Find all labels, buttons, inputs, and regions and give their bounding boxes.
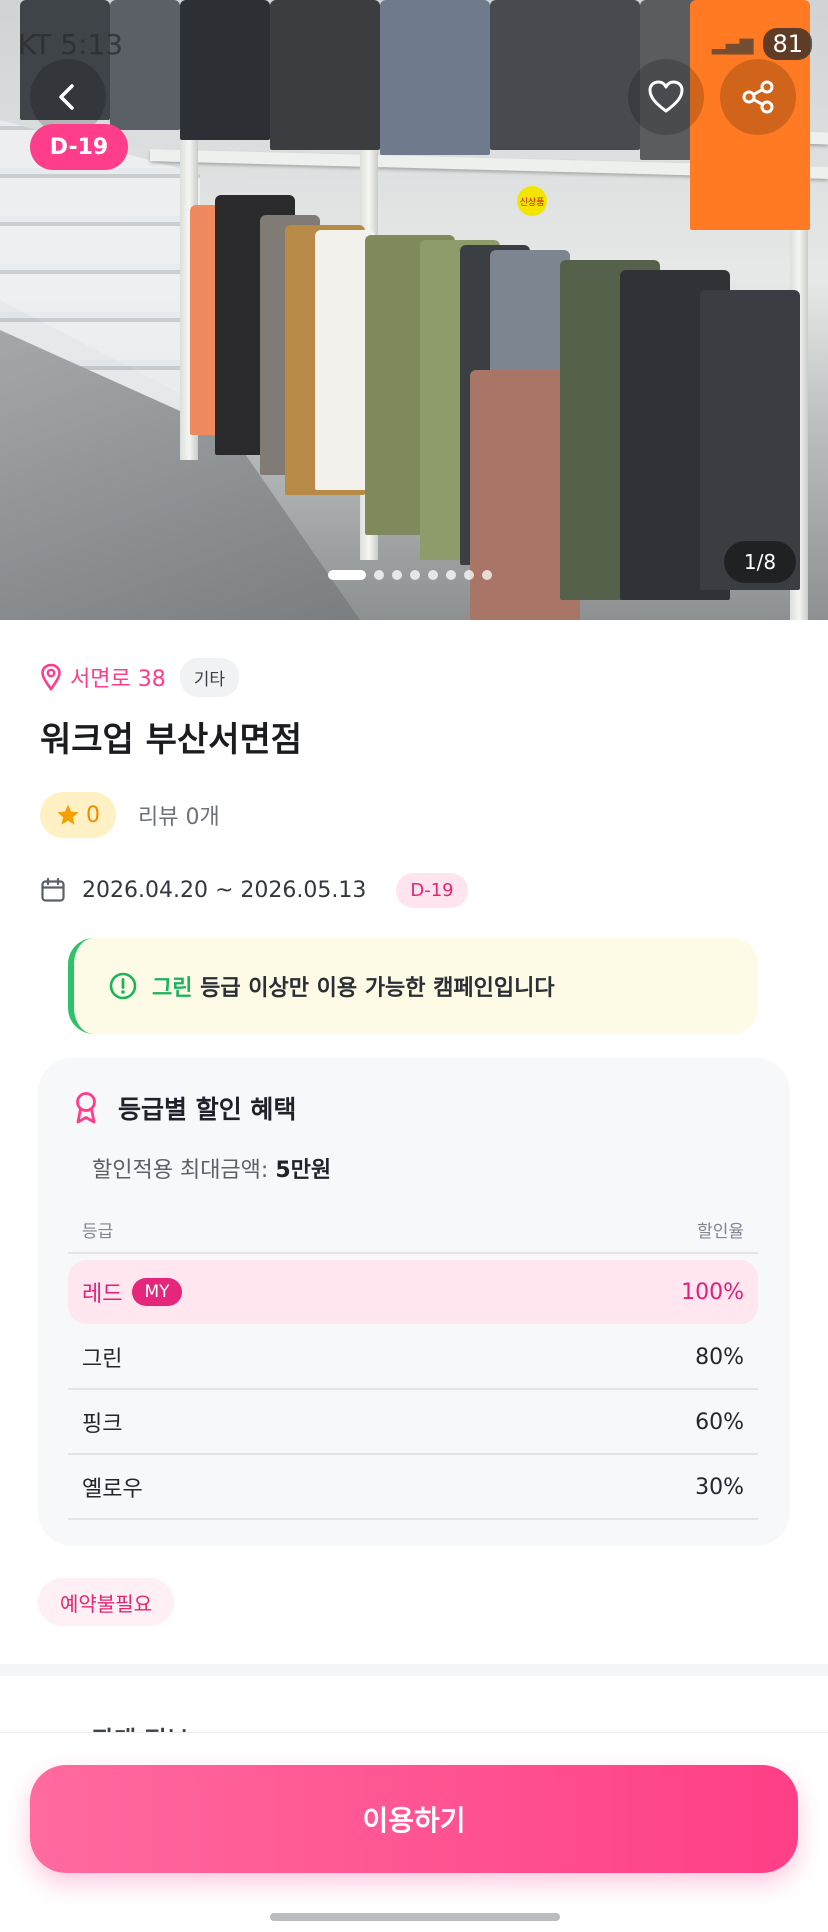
dday-chip: D-19: [396, 872, 468, 908]
location-link[interactable]: 서면로 38: [40, 661, 166, 693]
rate-column-header: 할인율: [697, 1221, 744, 1242]
tier-row-red: 레드 MY 100%: [68, 1260, 758, 1324]
hero-image-carousel[interactable]: 신상품 KT 5:13 ▂▄▆ 81 D-19 1/8: [0, 0, 828, 620]
tier-row-green: 그린 80%: [68, 1326, 758, 1390]
carousel-dot[interactable]: [464, 570, 474, 580]
grade-column-header: 등급: [82, 1221, 114, 1242]
share-icon: [742, 80, 774, 114]
home-indicator[interactable]: [270, 1913, 560, 1921]
chevron-left-icon: [59, 84, 74, 110]
rating-value: 0: [86, 802, 100, 828]
tier-row-pink: 핑크 60%: [68, 1391, 758, 1455]
carousel-dot[interactable]: [374, 570, 384, 580]
award-ribbon-icon: [76, 1092, 96, 1124]
tier-table-header: 등급 할인율: [68, 1206, 758, 1254]
status-time: KT 5:13: [18, 28, 124, 61]
notice-grade-highlight: 그린: [152, 976, 193, 1001]
carousel-dot[interactable]: [428, 570, 438, 580]
store-title: 워크업 부산서면점: [40, 720, 303, 760]
tier-rate: 100%: [681, 1279, 744, 1305]
max-discount-label: 할인적용 최대금액:: [92, 1158, 276, 1183]
tier-name: 핑크: [82, 1412, 123, 1437]
tier-rate: 60%: [695, 1409, 744, 1435]
tier-rate: 30%: [695, 1474, 744, 1500]
carousel-dot[interactable]: [446, 570, 456, 580]
grade-notice: 그린 등급 이상만 이용 가능한 캠페인입니다: [68, 938, 758, 1034]
benefit-title: 등급별 할인 혜택: [118, 1095, 297, 1124]
notice-text: 등급 이상만 이용 가능한 캠페인입니다: [200, 976, 555, 1001]
campaign-period-row: 2026.04.20 ~ 2026.05.13 D-19: [40, 870, 468, 910]
carousel-dot-active[interactable]: [328, 570, 366, 580]
grade-discount-card: 등급별 할인 혜택 할인적용 최대금액: 5만원 등급 할인율 레드 MY 10…: [38, 1058, 790, 1546]
signal-icon: ▂▄▆: [711, 33, 754, 55]
category-chip: 기타: [179, 657, 239, 697]
map-pin-icon: [41, 663, 61, 691]
campaign-period: 2026.04.20 ~ 2026.05.13: [82, 877, 367, 903]
favorite-button[interactable]: [628, 59, 704, 135]
star-icon: [57, 804, 79, 825]
tier-name: 옐로우: [82, 1477, 143, 1502]
share-button[interactable]: [720, 59, 796, 135]
location-row: 서면로 38 기타: [40, 657, 239, 697]
tier-rate: 80%: [695, 1344, 744, 1370]
review-count[interactable]: 리뷰 0개: [138, 799, 220, 831]
tier-row-yellow: 옐로우 30%: [68, 1456, 758, 1520]
max-discount-amount: 할인적용 최대금액: 5만원: [92, 1152, 331, 1184]
carousel-dot[interactable]: [392, 570, 402, 580]
status-bar: KT 5:13 ▂▄▆ 81: [0, 0, 828, 90]
reservation-chip: 예약불필요: [38, 1578, 174, 1626]
carousel-dot[interactable]: [410, 570, 420, 580]
my-tier-badge: MY: [132, 1278, 182, 1306]
carousel-dot[interactable]: [482, 570, 492, 580]
rating-row: 0 리뷰 0개: [40, 792, 220, 838]
dday-badge-hero: D-19: [30, 124, 128, 170]
use-button[interactable]: 이용하기: [30, 1765, 798, 1873]
bottom-action-bar: 이용하기: [0, 1732, 828, 1932]
heart-icon: [648, 80, 684, 113]
tier-name: 그린: [82, 1347, 123, 1372]
tier-name: 레드: [82, 1282, 123, 1307]
location-text: 서면로 38: [70, 667, 166, 692]
section-divider: [0, 1664, 828, 1676]
calendar-icon: [41, 877, 65, 902]
price-tag: 신상품: [517, 186, 547, 216]
max-discount-value: 5만원: [275, 1158, 332, 1183]
carousel-dots[interactable]: [328, 570, 492, 580]
battery-indicator: 81: [763, 28, 812, 60]
info-alert-icon: [109, 972, 137, 1000]
rating-chip: 0: [40, 792, 116, 838]
image-counter: 1/8: [724, 541, 796, 583]
